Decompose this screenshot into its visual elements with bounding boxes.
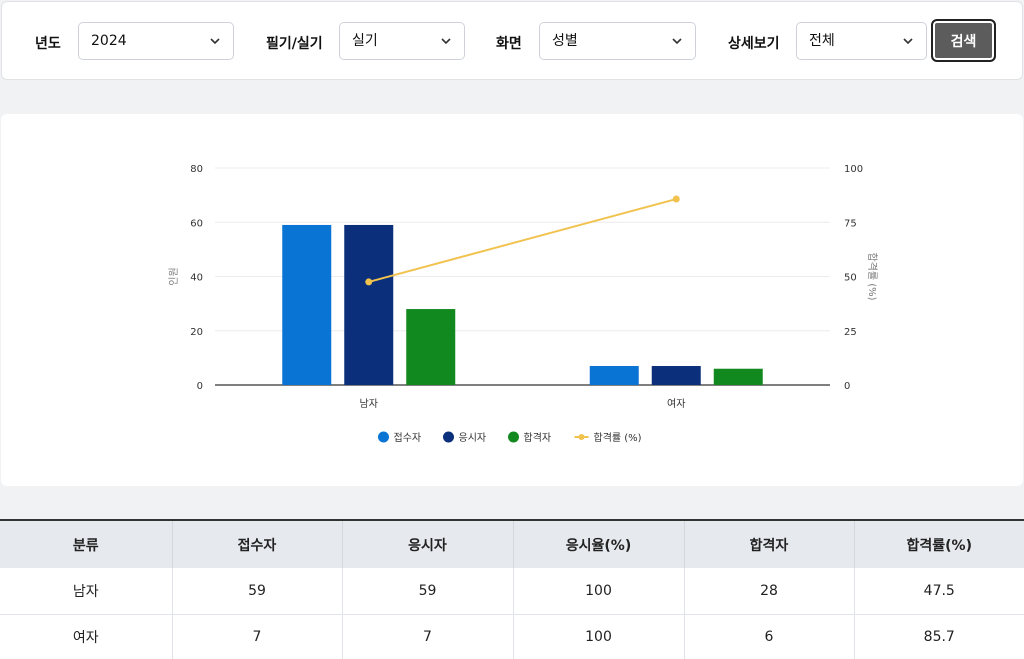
legend-label: 응시자 — [459, 432, 487, 444]
legend-swatch — [443, 431, 454, 443]
table-cell: 85.7 — [854, 614, 1024, 659]
x-tick-label: 여자 — [667, 398, 685, 410]
detail-label: 상세보기 — [728, 36, 780, 52]
y-axis-title: 인원 — [168, 267, 180, 285]
legend-label: 합격률 (%) — [594, 431, 642, 444]
y-tick-label: 80 — [190, 164, 203, 175]
y-tick-label: 0 — [197, 381, 203, 392]
y2-axis-title: 합격률 (%) — [866, 252, 879, 300]
line-point — [365, 278, 373, 286]
y2-tick-label: 50 — [844, 273, 857, 284]
chart-card: 0 20 40 60 80 0 25 50 75 100 인원 합격률 (%) 남자 여자 접수자 응시자 합격… — [1, 114, 1023, 486]
bar — [589, 366, 639, 385]
combo-chart: 0204060800255075100인원 합격률 (%)남자 여자접수자 응시자 합격… — [168, 164, 879, 444]
table-cell: 7 — [342, 614, 514, 659]
legend-swatch — [508, 431, 519, 443]
table-header-cell: 분류 — [0, 521, 173, 568]
y2-tick-label: 25 — [844, 327, 857, 338]
y2-tick-label: 0 — [844, 381, 850, 392]
table-cell: 여자 — [0, 614, 173, 659]
legend-swatch — [378, 431, 389, 443]
table-cell: 59 — [172, 568, 343, 615]
bar — [282, 224, 332, 385]
view-select[interactable]: 성별 — [539, 22, 696, 60]
y-tick-label: 40 — [190, 273, 203, 284]
table-cell: 6 — [684, 614, 855, 659]
table-header-cell: 응시율(%) — [513, 521, 685, 568]
year-label: 년도 — [35, 36, 61, 52]
line-point — [672, 195, 680, 203]
bar — [651, 366, 701, 385]
table-cell: 100 — [513, 568, 685, 615]
exam-type-select-value: 실기 — [352, 33, 378, 49]
table-header-cell: 합격률(%) — [854, 521, 1024, 568]
chevron-down-icon — [441, 38, 451, 45]
bar — [344, 224, 394, 385]
view-label: 화면 — [496, 36, 522, 52]
table-cell: 28 — [684, 568, 855, 615]
search-button[interactable]: 검색 — [931, 19, 996, 62]
chevron-down-icon — [210, 38, 220, 45]
detail-select[interactable]: 전체 — [796, 22, 927, 60]
exam-type-label: 필기/실기 — [266, 36, 323, 52]
y2-tick-label: 75 — [844, 218, 857, 229]
table-cell: 47.5 — [854, 568, 1024, 615]
y-tick-label: 20 — [190, 327, 203, 338]
year-select[interactable]: 2024 — [78, 22, 234, 60]
legend-swatch — [578, 434, 585, 440]
table-header-cell: 응시자 — [342, 521, 514, 568]
table-cell: 100 — [513, 614, 685, 659]
chevron-down-icon — [672, 38, 682, 45]
chevron-down-icon — [903, 38, 913, 45]
table-row: 여자 7 7 100 6 85.7 — [0, 614, 1024, 659]
legend-label: 합격자 — [524, 431, 552, 444]
x-tick-label: 남자 — [360, 398, 378, 410]
year-select-value: 2024 — [91, 33, 127, 49]
series-line — [368, 198, 677, 283]
table-header-cell: 합격자 — [684, 521, 855, 568]
table-cell: 59 — [342, 568, 514, 615]
stats-table: 분류 접수자 응시자 응시율(%) 합격자 합격률(%) 남자 59 59 10… — [0, 519, 1024, 659]
exam-type-select[interactable]: 실기 — [339, 22, 465, 60]
y2-tick-label: 100 — [844, 164, 863, 175]
bar — [406, 309, 456, 385]
table-row: 남자 59 59 100 28 47.5 — [0, 568, 1024, 615]
bar — [713, 368, 763, 385]
filter-bar: 년도 2024 필기/실기 실기 화면 성별 상세보기 전체 검색 — [1, 1, 1023, 80]
view-select-value: 성별 — [552, 33, 578, 49]
table-header-row: 분류 접수자 응시자 응시율(%) 합격자 합격률(%) — [0, 521, 1024, 568]
table-cell: 남자 — [0, 568, 173, 615]
detail-select-value: 전체 — [809, 33, 835, 49]
legend-label: 접수자 — [394, 432, 422, 444]
table-cell: 7 — [172, 614, 343, 659]
y-tick-label: 60 — [190, 218, 203, 229]
table-header-cell: 접수자 — [172, 521, 343, 568]
